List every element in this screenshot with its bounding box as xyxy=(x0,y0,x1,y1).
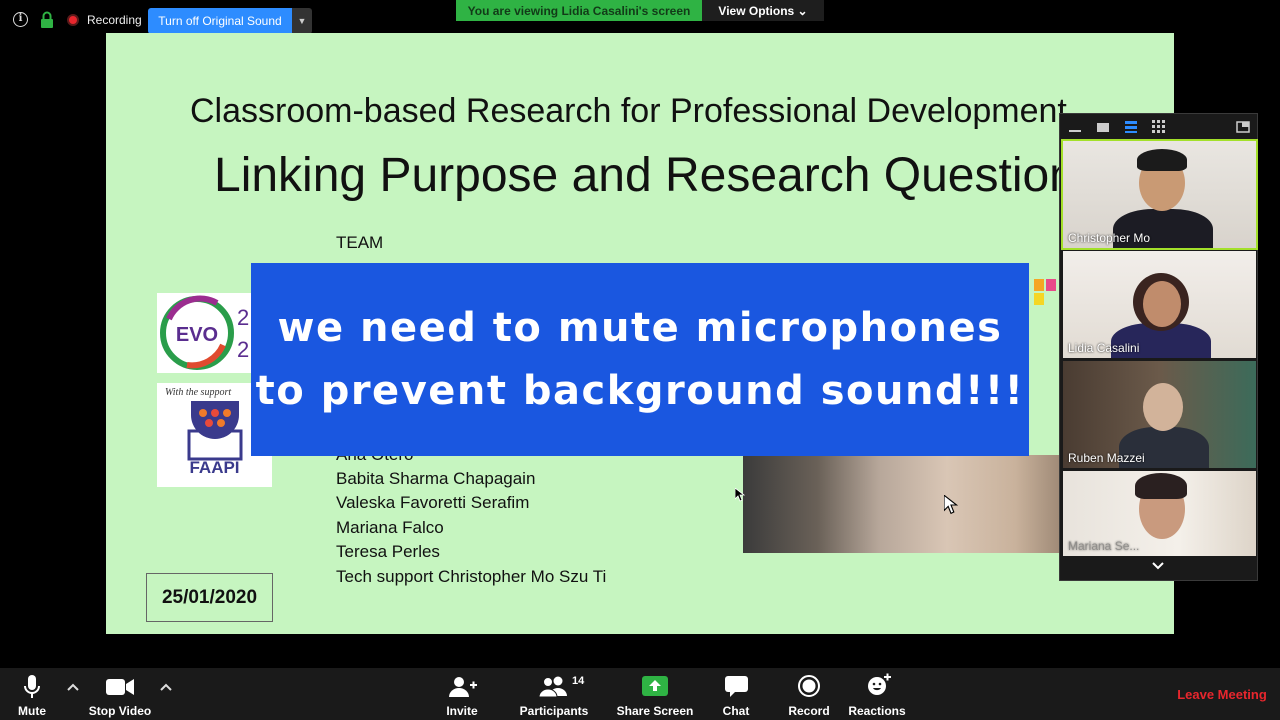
info-icon[interactable]: i xyxy=(13,12,28,27)
date-box: 25/01/2020 xyxy=(146,573,273,622)
chat-button[interactable]: Chat xyxy=(714,668,758,720)
shared-video-thumbnail xyxy=(743,455,1083,553)
faapi-logo-text: FAAPI xyxy=(189,458,240,477)
video-gallery-panel: Christopher Mo Lidia Casalini Ruben Mazz… xyxy=(1059,113,1258,581)
stop-video-button[interactable]: Stop Video xyxy=(84,668,156,720)
zoom-meeting-window: i Recording Turn off Original Sound ▼ Yo… xyxy=(0,0,1280,720)
caption-overlay: we need to mute microphones to prevent b… xyxy=(251,263,1029,456)
record-icon xyxy=(798,675,820,697)
chevron-down-icon[interactable] xyxy=(1151,560,1165,574)
invite-label: Invite xyxy=(446,704,478,718)
lock-icon[interactable] xyxy=(40,11,54,29)
share-screen-icon xyxy=(642,676,668,696)
view-options-button[interactable]: View Options ⌄ xyxy=(702,0,824,21)
mouse-cursor-icon xyxy=(944,495,958,515)
team-member: Babita Sharma Chapagain xyxy=(336,469,536,488)
mute-label: Mute xyxy=(18,704,46,718)
reactions-button[interactable]: Reactions xyxy=(846,668,908,720)
participant-tile[interactable]: Lidia Casalini xyxy=(1063,251,1256,358)
support-text: With the support xyxy=(165,387,232,398)
share-screen-button[interactable]: Share Screen xyxy=(615,668,695,720)
evo-logo-text: EVO xyxy=(176,324,218,346)
participant-tile[interactable]: Mariana Se... xyxy=(1063,471,1256,556)
recording-label: Recording xyxy=(87,13,142,27)
participant-name: Mariana Se... xyxy=(1068,539,1140,553)
team-member: Valeska Favoretti Serafim xyxy=(336,493,530,512)
original-sound-dropdown-icon[interactable]: ▼ xyxy=(292,8,312,34)
participants-icon xyxy=(539,676,567,698)
team-member: Tech support Christopher Mo Szu Ti xyxy=(336,567,607,586)
caption-line-1: we need to mute microphones xyxy=(277,304,1003,351)
microphone-icon xyxy=(24,675,40,698)
slide-title: Classroom-based Research for Professiona… xyxy=(190,92,1067,130)
evo-logo-digit-top: 2 xyxy=(237,305,249,330)
participant-name: Lidia Casalini xyxy=(1068,341,1140,355)
recording-indicator-icon xyxy=(67,14,79,26)
participant-tile[interactable]: Christopher Mo xyxy=(1061,139,1258,250)
minimize-icon[interactable] xyxy=(1068,120,1082,134)
meeting-toolbar: Mute Stop Video Invite Participants Shar… xyxy=(0,668,1280,720)
mouse-cursor-icon xyxy=(735,488,745,502)
participants-count-badge: 14 xyxy=(572,675,585,687)
turn-off-original-sound-button[interactable]: Turn off Original Sound xyxy=(148,8,292,34)
chat-icon xyxy=(725,676,748,697)
reactions-icon xyxy=(868,673,891,695)
participant-name: Christopher Mo xyxy=(1068,231,1151,245)
slide-subtitle: Linking Purpose and Research Questions xyxy=(214,149,1100,202)
viewing-screen-banner: You are viewing Lidia Casalini's screen xyxy=(456,0,702,21)
team-member: Teresa Perles xyxy=(336,542,440,561)
record-button[interactable]: Record xyxy=(784,668,834,720)
video-camera-icon xyxy=(106,679,134,695)
participant-tile[interactable]: Ruben Mazzei xyxy=(1063,361,1256,468)
add-user-icon xyxy=(449,677,477,697)
record-label: Record xyxy=(788,704,830,718)
caption-line-2: to prevent background sound!!! xyxy=(255,367,1025,414)
stop-video-label: Stop Video xyxy=(88,704,152,718)
audio-options-caret-icon[interactable] xyxy=(67,682,79,694)
mute-button[interactable]: Mute xyxy=(6,668,58,720)
evo-logo-digit-bottom: 2 xyxy=(237,337,249,362)
participant-name: Ruben Mazzei xyxy=(1068,451,1145,465)
team-label: TEAM xyxy=(336,233,384,252)
gallery-view-icon[interactable] xyxy=(1152,120,1166,134)
invite-button[interactable]: Invite xyxy=(438,668,486,720)
evo-logo: EVO 2 2 xyxy=(157,293,257,373)
reactions-label: Reactions xyxy=(848,704,906,718)
video-options-caret-icon[interactable] xyxy=(160,682,172,694)
exit-panel-icon[interactable] xyxy=(1236,120,1250,134)
speaker-view-icon[interactable] xyxy=(1124,120,1138,134)
participants-label: Participants xyxy=(519,704,589,718)
chat-label: Chat xyxy=(722,704,750,718)
leave-meeting-button[interactable]: Leave Meeting xyxy=(1168,687,1276,702)
gallery-toolbar xyxy=(1060,114,1259,140)
team-member: Mariana Falco xyxy=(336,518,444,537)
sticky-notes-graphic xyxy=(1030,279,1060,319)
hide-video-icon[interactable] xyxy=(1096,120,1110,134)
share-screen-label: Share Screen xyxy=(616,704,694,718)
